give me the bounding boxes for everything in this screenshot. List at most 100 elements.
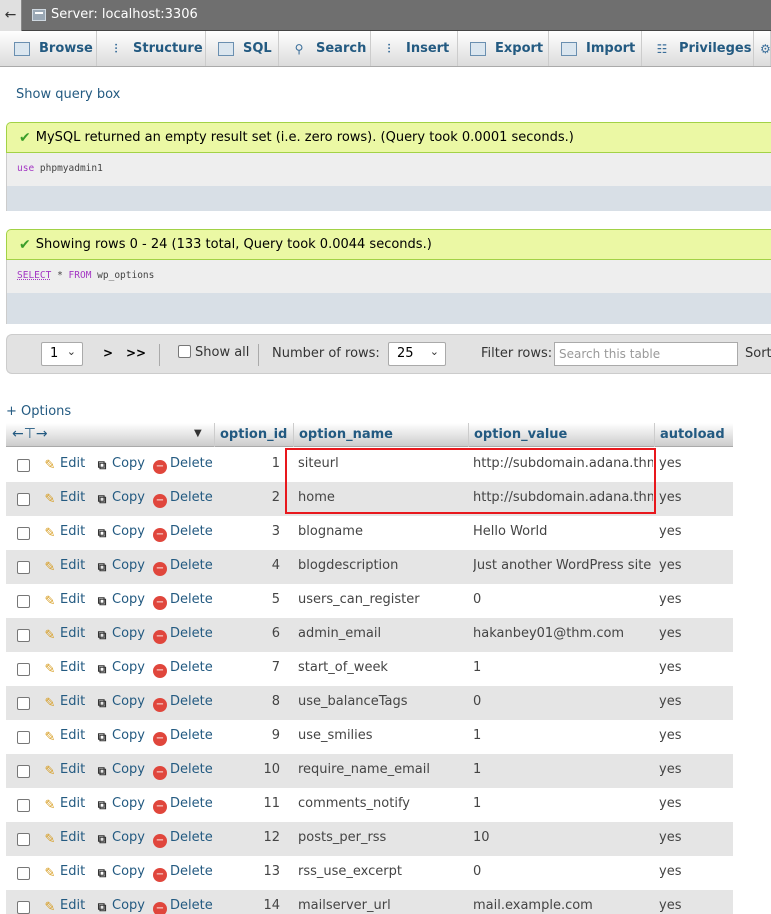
filter-rows-input[interactable]: Search this table: [554, 342, 738, 366]
row-checkbox[interactable]: [17, 731, 30, 744]
copy-button[interactable]: ⧉ Copy: [95, 728, 145, 744]
edit-button[interactable]: ✎ Edit: [43, 524, 86, 541]
pencil-icon: ✎: [44, 866, 56, 881]
cell-option-value: http://subdomain.adana.thm: [473, 456, 653, 471]
edit-button[interactable]: ✎ Edit: [43, 456, 86, 473]
cell-option-value: Hello World: [473, 524, 548, 539]
copy-button[interactable]: ⧉ Copy: [95, 796, 145, 812]
row-checkbox[interactable]: [17, 459, 30, 472]
column-header-option-value[interactable]: option_value: [468, 423, 654, 447]
edit-button[interactable]: ✎ Edit: [43, 592, 86, 609]
delete-button[interactable]: − Delete: [153, 524, 213, 542]
sort-triangle-icon[interactable]: ▼: [194, 428, 202, 439]
cell-autoload: yes: [659, 762, 682, 777]
row-checkbox[interactable]: [17, 663, 30, 676]
edit-button[interactable]: ✎ Edit: [43, 830, 86, 847]
row-checkbox[interactable]: [17, 561, 30, 574]
delete-button[interactable]: − Delete: [153, 490, 213, 508]
rows-per-page-select[interactable]: 25 ⌄: [388, 342, 446, 366]
edit-button[interactable]: ✎ Edit: [43, 660, 86, 677]
delete-button[interactable]: − Delete: [153, 796, 213, 814]
tab-import[interactable]: Import: [549, 31, 642, 66]
column-arrows-icon[interactable]: ←⊤→: [12, 426, 48, 442]
last-page-button[interactable]: >>: [126, 346, 146, 360]
copy-button[interactable]: ⧉ Copy: [95, 830, 145, 846]
delete-button[interactable]: − Delete: [153, 762, 213, 780]
copy-button[interactable]: ⧉ Copy: [95, 898, 145, 914]
back-button[interactable]: ←: [0, 0, 22, 31]
edit-button[interactable]: ✎ Edit: [43, 490, 86, 507]
copy-button[interactable]: ⧉ Copy: [95, 626, 145, 642]
options-link[interactable]: + Options: [6, 404, 71, 419]
show-query-box-link[interactable]: Show query box: [16, 87, 120, 102]
cell-option-id: 9: [271, 728, 280, 743]
browse-icon: [14, 41, 30, 56]
copy-button[interactable]: ⧉ Copy: [95, 490, 145, 506]
pencil-icon: ✎: [44, 492, 56, 507]
edit-button[interactable]: ✎ Edit: [43, 898, 86, 914]
copy-button[interactable]: ⧉ Copy: [95, 456, 145, 472]
delete-button[interactable]: − Delete: [153, 456, 213, 474]
delete-button[interactable]: − Delete: [153, 864, 213, 882]
edit-button[interactable]: ✎ Edit: [43, 558, 86, 575]
tab-sql[interactable]: SQL: [206, 31, 279, 66]
tab-more[interactable]: ⚙: [754, 31, 771, 66]
cell-option-value: 1: [473, 796, 482, 811]
success-notice: ✔ MySQL returned an empty result set (i.…: [6, 122, 771, 153]
delete-button[interactable]: − Delete: [153, 558, 213, 576]
navigation-bar: 1 ⌄ > >> Show all Number of rows: 25 ⌄ Fil…: [6, 334, 771, 374]
copy-button[interactable]: ⧉ Copy: [95, 592, 145, 608]
copy-button[interactable]: ⧉ Copy: [95, 762, 145, 778]
tab-search[interactable]: ⚲ Search: [279, 31, 371, 66]
delete-button[interactable]: − Delete: [153, 592, 213, 610]
table-row: ✎ Edit ⧉ Copy − Delete 12 posts_per_rss 10 yes: [6, 822, 733, 856]
row-checkbox[interactable]: [17, 901, 30, 914]
tab-privileges[interactable]: ☷ Privileges: [642, 31, 754, 66]
delete-button[interactable]: − Delete: [153, 660, 213, 678]
row-checkbox[interactable]: [17, 493, 30, 506]
server-icon: [32, 9, 46, 21]
insert-icon: ⫶: [387, 41, 391, 56]
show-all-toggle[interactable]: Show all: [178, 345, 249, 360]
row-checkbox[interactable]: [17, 867, 30, 880]
tab-export[interactable]: Export: [458, 31, 549, 66]
edit-button[interactable]: ✎ Edit: [43, 864, 86, 881]
tab-browse[interactable]: Browse: [0, 31, 97, 66]
tab-structure[interactable]: ⫶ Structure: [97, 31, 206, 66]
delete-button[interactable]: − Delete: [153, 830, 213, 848]
delete-icon: −: [153, 562, 167, 576]
edit-button[interactable]: ✎ Edit: [43, 796, 86, 813]
show-all-checkbox[interactable]: [178, 345, 191, 358]
next-page-button[interactable]: >: [103, 346, 113, 360]
edit-button[interactable]: ✎ Edit: [43, 694, 86, 711]
copy-button[interactable]: ⧉ Copy: [95, 660, 145, 676]
server-title[interactable]: Server: localhost:3306: [51, 7, 198, 22]
copy-button[interactable]: ⧉ Copy: [95, 558, 145, 574]
row-checkbox[interactable]: [17, 765, 30, 778]
column-header-option-name[interactable]: option_name: [293, 423, 468, 447]
row-checkbox[interactable]: [17, 629, 30, 642]
cell-autoload: yes: [659, 830, 682, 845]
row-checkbox[interactable]: [17, 697, 30, 710]
edit-button[interactable]: ✎ Edit: [43, 762, 86, 779]
copy-button[interactable]: ⧉ Copy: [95, 694, 145, 710]
column-header-option-id[interactable]: option_id: [214, 423, 295, 447]
delete-button[interactable]: − Delete: [153, 898, 213, 914]
cell-autoload: yes: [659, 592, 682, 607]
row-checkbox[interactable]: [17, 527, 30, 540]
row-checkbox[interactable]: [17, 595, 30, 608]
tab-insert[interactable]: ⫶ Insert: [371, 31, 458, 66]
delete-button[interactable]: − Delete: [153, 694, 213, 712]
column-header-autoload[interactable]: autoload: [654, 423, 733, 447]
table-row: ✎ Edit ⧉ Copy − Delete 10 require_name_email 1 ye…: [6, 754, 733, 788]
edit-button[interactable]: ✎ Edit: [43, 626, 86, 643]
delete-button[interactable]: − Delete: [153, 728, 213, 746]
row-checkbox[interactable]: [17, 799, 30, 812]
row-checkbox[interactable]: [17, 833, 30, 846]
copy-button[interactable]: ⧉ Copy: [95, 864, 145, 880]
delete-button[interactable]: − Delete: [153, 626, 213, 644]
edit-button[interactable]: ✎ Edit: [43, 728, 86, 745]
page-select[interactable]: 1 ⌄: [41, 342, 83, 366]
copy-button[interactable]: ⧉ Copy: [95, 524, 145, 540]
copy-icon: ⧉: [97, 662, 107, 676]
